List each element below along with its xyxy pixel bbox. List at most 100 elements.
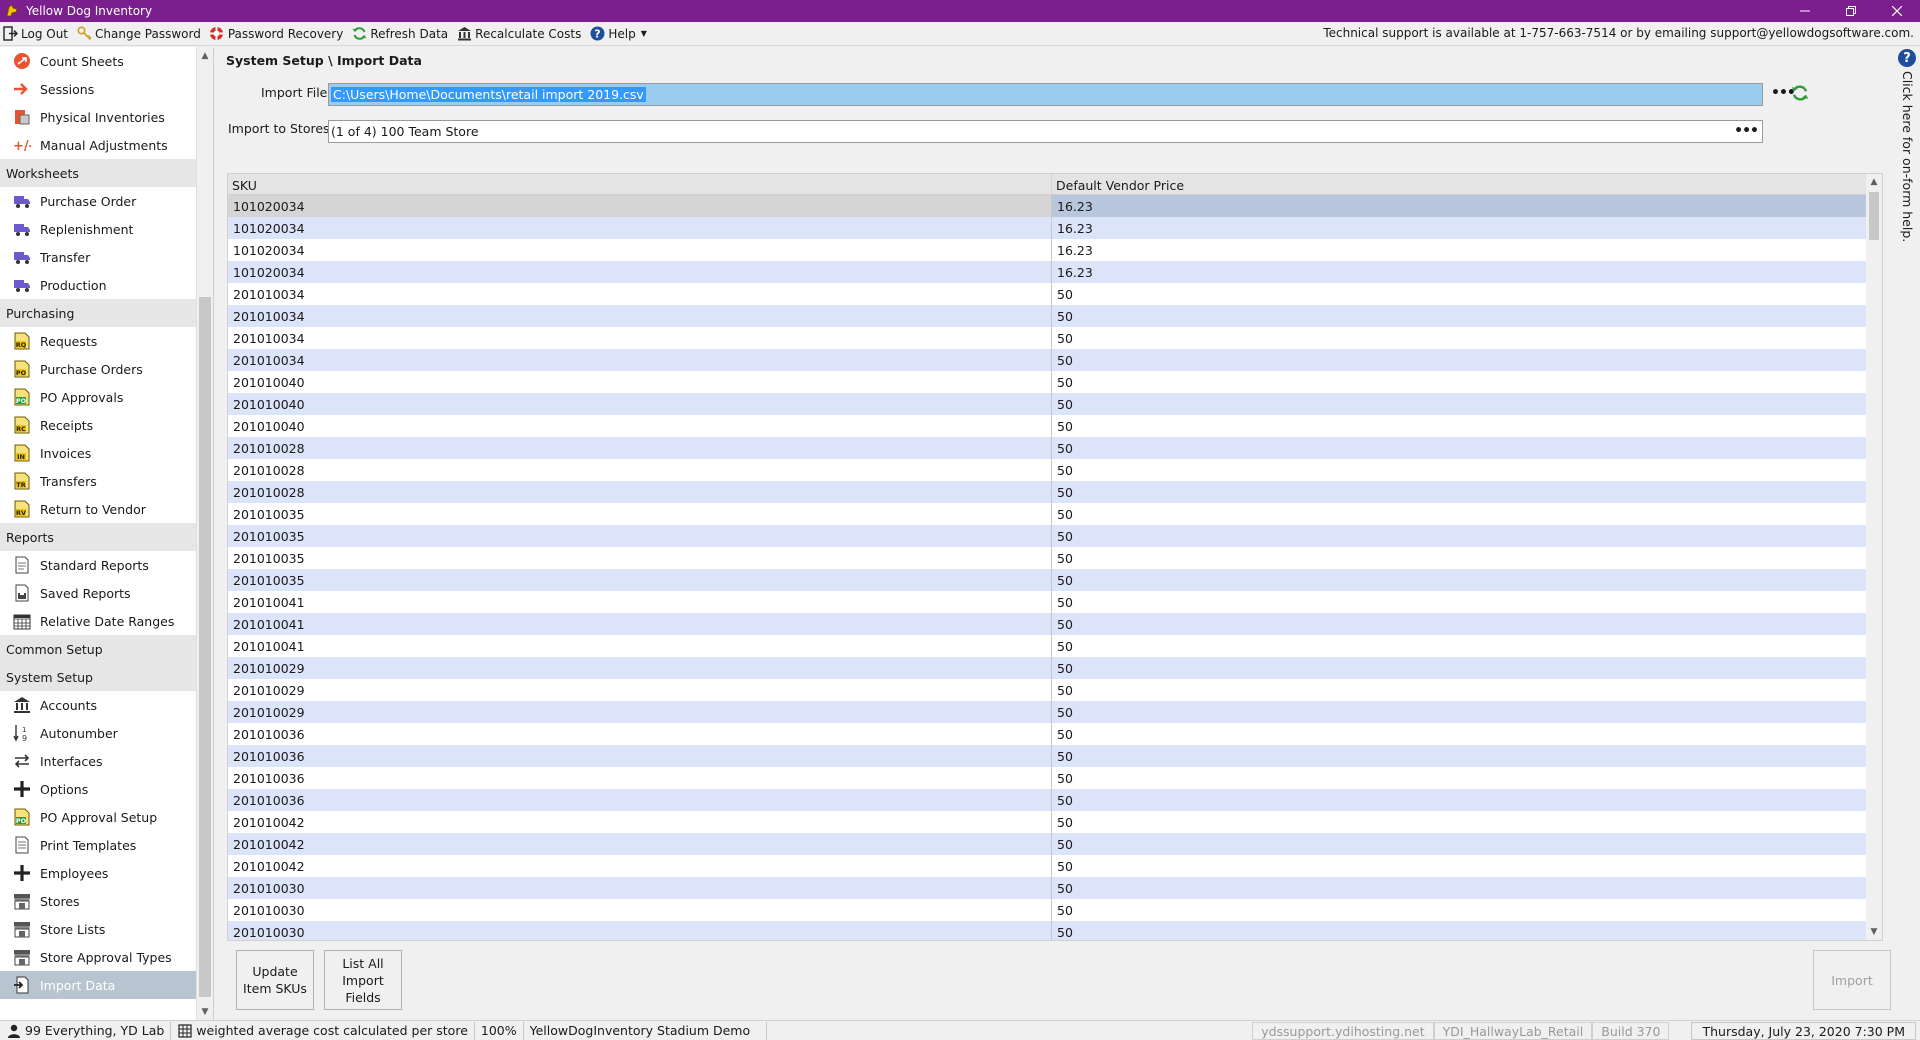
table-row[interactable]: 201010034 50 xyxy=(228,327,1868,349)
sidebar-item-import-data[interactable]: Import Data xyxy=(0,971,196,999)
cell-default-vendor-price[interactable]: 50 xyxy=(1052,921,1868,940)
grid-scrollbar[interactable]: ▲ ▼ xyxy=(1866,174,1882,940)
cell-default-vendor-price[interactable]: 50 xyxy=(1052,503,1868,525)
cell-default-vendor-price[interactable]: 50 xyxy=(1052,459,1868,481)
help-menu-button[interactable]: ? Help ▼ xyxy=(587,23,651,45)
select-stores-button[interactable]: ••• xyxy=(1734,123,1759,139)
refresh-data-button[interactable]: Refresh Data xyxy=(349,23,452,45)
table-row[interactable]: 201010041 50 xyxy=(228,635,1868,657)
cell-sku[interactable]: 201010042 xyxy=(228,833,1052,855)
minimize-icon[interactable] xyxy=(1782,0,1828,22)
sidebar-item-invoices[interactable]: IN Invoices xyxy=(0,439,196,467)
cell-sku[interactable]: 201010029 xyxy=(228,657,1052,679)
cell-default-vendor-price[interactable]: 50 xyxy=(1052,679,1868,701)
cell-sku[interactable]: 201010028 xyxy=(228,437,1052,459)
sidebar-item-physical-inventories[interactable]: Physical Inventories xyxy=(0,103,196,131)
cell-default-vendor-price[interactable]: 50 xyxy=(1052,745,1868,767)
table-row[interactable]: 201010030 50 xyxy=(228,899,1868,921)
sidebar-item-standard-reports[interactable]: Standard Reports xyxy=(0,551,196,579)
cell-sku[interactable]: 201010030 xyxy=(228,921,1052,940)
table-row[interactable]: 201010036 50 xyxy=(228,767,1868,789)
cell-default-vendor-price[interactable]: 16.23 xyxy=(1052,195,1868,217)
cell-default-vendor-price[interactable]: 50 xyxy=(1052,613,1868,635)
sidebar-item-relative-date-ranges[interactable]: Relative Date Ranges xyxy=(0,607,196,635)
table-row[interactable]: 201010042 50 xyxy=(228,811,1868,833)
cell-sku[interactable]: 201010034 xyxy=(228,349,1052,371)
password-recovery-button[interactable]: Password Recovery xyxy=(207,23,348,45)
sidebar-item-manual-adjustments[interactable]: +/- Manual Adjustments xyxy=(0,131,196,159)
log-out-button[interactable]: Log Out xyxy=(0,23,72,45)
scroll-down-icon[interactable]: ▼ xyxy=(1866,924,1882,940)
sidebar-header-system-setup[interactable]: System Setup xyxy=(0,663,196,691)
table-row[interactable]: 101020034 16.23 xyxy=(228,261,1868,283)
table-row[interactable]: 201010030 50 xyxy=(228,921,1868,940)
sidebar-item-accounts[interactable]: Accounts xyxy=(0,691,196,719)
table-row[interactable]: 201010029 50 xyxy=(228,701,1868,723)
sidebar-item-po-approval-setup[interactable]: PO PO Approval Setup xyxy=(0,803,196,831)
cell-sku[interactable]: 201010034 xyxy=(228,327,1052,349)
table-row[interactable]: 201010036 50 xyxy=(228,745,1868,767)
table-row[interactable]: 201010041 50 xyxy=(228,613,1868,635)
sidebar-item-saved-reports[interactable]: Saved Reports xyxy=(0,579,196,607)
table-row[interactable]: 201010035 50 xyxy=(228,569,1868,591)
cell-default-vendor-price[interactable]: 50 xyxy=(1052,591,1868,613)
cell-default-vendor-price[interactable]: 50 xyxy=(1052,855,1868,877)
cell-sku[interactable]: 201010028 xyxy=(228,459,1052,481)
cell-sku[interactable]: 101020034 xyxy=(228,261,1052,283)
cell-sku[interactable]: 201010028 xyxy=(228,481,1052,503)
scroll-up-icon[interactable]: ▲ xyxy=(197,47,213,64)
cell-default-vendor-price[interactable]: 50 xyxy=(1052,767,1868,789)
cell-sku[interactable]: 201010036 xyxy=(228,723,1052,745)
cell-sku[interactable]: 201010041 xyxy=(228,635,1052,657)
list-all-import-fields-button[interactable]: List All Import Fields xyxy=(324,950,402,1010)
cell-sku[interactable]: 201010036 xyxy=(228,789,1052,811)
sidebar-item-employees[interactable]: Employees xyxy=(0,859,196,887)
table-row[interactable]: 201010040 50 xyxy=(228,393,1868,415)
table-row[interactable]: 201010029 50 xyxy=(228,657,1868,679)
table-row[interactable]: 201010029 50 xyxy=(228,679,1868,701)
cell-default-vendor-price[interactable]: 50 xyxy=(1052,635,1868,657)
sidebar-item-options[interactable]: Options xyxy=(0,775,196,803)
reload-file-icon[interactable] xyxy=(1791,84,1809,105)
cell-sku[interactable]: 201010030 xyxy=(228,899,1052,921)
restore-icon[interactable] xyxy=(1828,0,1874,22)
sidebar-item-store-approval-types[interactable]: Store Approval Types xyxy=(0,943,196,971)
sidebar-item-interfaces[interactable]: Interfaces xyxy=(0,747,196,775)
cell-default-vendor-price[interactable]: 50 xyxy=(1052,547,1868,569)
grid-scroll-thumb[interactable] xyxy=(1869,192,1879,240)
cell-sku[interactable]: 101020034 xyxy=(228,217,1052,239)
sidebar-header-worksheets[interactable]: Worksheets xyxy=(0,159,196,187)
table-row[interactable]: 201010035 50 xyxy=(228,525,1868,547)
sidebar-scrollbar[interactable]: ▲ ▼ xyxy=(196,47,213,1020)
sidebar-item-store-lists[interactable]: Store Lists xyxy=(0,915,196,943)
cell-default-vendor-price[interactable]: 16.23 xyxy=(1052,239,1868,261)
table-row[interactable]: 101020034 16.23 xyxy=(228,217,1868,239)
cell-default-vendor-price[interactable]: 50 xyxy=(1052,349,1868,371)
cell-default-vendor-price[interactable]: 50 xyxy=(1052,569,1868,591)
sidebar-item-replenishment[interactable]: Replenishment xyxy=(0,215,196,243)
table-row[interactable]: 101020034 16.23 xyxy=(228,195,1868,217)
sidebar-item-stores[interactable]: Stores xyxy=(0,887,196,915)
table-row[interactable]: 201010034 50 xyxy=(228,349,1868,371)
table-row[interactable]: 201010036 50 xyxy=(228,723,1868,745)
table-row[interactable]: 201010035 50 xyxy=(228,503,1868,525)
table-row[interactable]: 101020034 16.23 xyxy=(228,239,1868,261)
sidebar-item-transfers[interactable]: TR Transfers xyxy=(0,467,196,495)
table-row[interactable]: 201010041 50 xyxy=(228,591,1868,613)
cell-default-vendor-price[interactable]: 50 xyxy=(1052,525,1868,547)
sidebar-item-count-sheets[interactable]: Count Sheets xyxy=(0,47,196,75)
cell-sku[interactable]: 201010042 xyxy=(228,855,1052,877)
table-row[interactable]: 201010035 50 xyxy=(228,547,1868,569)
table-row[interactable]: 201010028 50 xyxy=(228,459,1868,481)
cell-default-vendor-price[interactable]: 50 xyxy=(1052,833,1868,855)
cell-sku[interactable]: 201010036 xyxy=(228,745,1052,767)
sidebar-item-requests[interactable]: RQ Requests xyxy=(0,327,196,355)
column-header-default-vendor-price[interactable]: Default Vendor Price xyxy=(1052,174,1868,195)
cell-sku[interactable]: 201010030 xyxy=(228,877,1052,899)
import-stores-field[interactable]: (1 of 4) 100 Team Store ••• xyxy=(328,120,1763,143)
sidebar-header-purchasing[interactable]: Purchasing xyxy=(0,299,196,327)
cell-default-vendor-price[interactable]: 50 xyxy=(1052,723,1868,745)
change-password-button[interactable]: Change Password xyxy=(74,23,205,45)
table-row[interactable]: 201010034 50 xyxy=(228,283,1868,305)
cell-default-vendor-price[interactable]: 50 xyxy=(1052,371,1868,393)
